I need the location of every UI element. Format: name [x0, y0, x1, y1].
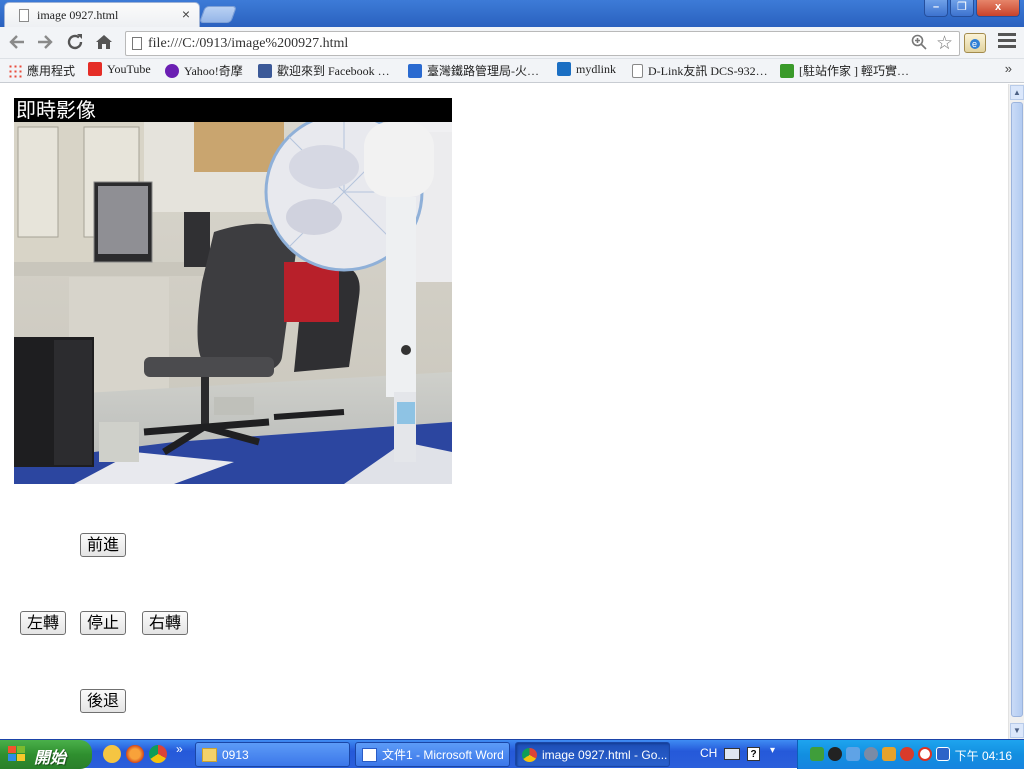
- tray-network-icon[interactable]: [846, 747, 860, 761]
- taskbar-item-word[interactable]: 文件1 - Microsoft Word: [355, 742, 510, 767]
- browser-tab[interactable]: image 0927.html ×: [4, 2, 200, 27]
- window-controls: – ❐ x: [924, 0, 1020, 17]
- url-text[interactable]: file:///C:/0913/image%200927.html: [148, 36, 348, 52]
- turn-right-button[interactable]: 右轉: [142, 611, 189, 635]
- video-label: 即時影像: [16, 98, 96, 122]
- forward-icon[interactable]: [34, 31, 56, 53]
- dlink-icon: [557, 62, 571, 76]
- quicklaunch-app-icon[interactable]: [103, 745, 121, 763]
- bookmark-label: D-Link友訊 DCS-932…: [648, 64, 768, 78]
- taskbar-item-folder[interactable]: 0913: [195, 742, 350, 767]
- help-icon[interactable]: ?: [747, 747, 760, 761]
- forward-button[interactable]: 前進: [80, 533, 127, 557]
- bookmark-apps[interactable]: 應用程式: [8, 62, 75, 80]
- railway-icon: [408, 64, 422, 78]
- scroll-up-icon[interactable]: ▲: [1010, 85, 1024, 100]
- bookmark-label: mydlink: [576, 62, 617, 76]
- scroll-thumb[interactable]: [1011, 102, 1023, 717]
- page-icon: [632, 64, 643, 78]
- tray-app-icon[interactable]: [810, 747, 824, 761]
- reload-icon[interactable]: [64, 31, 86, 53]
- windows-flag-icon: [8, 746, 25, 761]
- bookmark-label: Yahoo!奇摩: [184, 64, 243, 78]
- tray-package-icon[interactable]: [882, 747, 896, 761]
- writer-icon: [780, 64, 794, 78]
- chrome-icon[interactable]: [149, 745, 167, 763]
- turn-left-button[interactable]: 左轉: [20, 611, 67, 635]
- tray-camera-icon[interactable]: [828, 747, 842, 761]
- bookmark-star-icon[interactable]: ☆: [936, 32, 953, 55]
- folder-icon: [202, 748, 217, 762]
- restore-button[interactable]: ❐: [950, 0, 974, 17]
- browser-toolbar: file:///C:/0913/image%200927.html ☆ e: [0, 27, 1024, 59]
- close-window-button[interactable]: x: [976, 0, 1020, 17]
- minimize-button[interactable]: –: [924, 0, 948, 17]
- system-tray: 下午 04:16: [797, 740, 1024, 769]
- apps-grid-icon: [8, 64, 22, 78]
- tray-monitor-icon[interactable]: [936, 747, 950, 761]
- bookmark-railway[interactable]: 臺灣鐵路管理局-火…: [408, 62, 539, 80]
- taskbar-item-label: 0913: [222, 748, 249, 762]
- svg-text:e: e: [972, 39, 977, 49]
- taskbar-clock[interactable]: 下午 04:16: [955, 747, 1012, 764]
- ime-options-icon[interactable]: ▾: [770, 745, 775, 756]
- window-titlebar: image 0927.html × – ❐ x: [0, 0, 1024, 27]
- page-viewport: 即時影像 前進 左轉 停止 右轉 後退: [0, 84, 1008, 739]
- bookmark-mydlink[interactable]: mydlink: [557, 62, 616, 80]
- taskbar-item-chrome[interactable]: image 0927.html - Go...: [515, 742, 670, 767]
- tray-volume-icon[interactable]: [864, 747, 878, 761]
- document-icon: [132, 37, 142, 50]
- menu-icon[interactable]: [998, 33, 1016, 51]
- facebook-icon: [258, 64, 272, 78]
- language-indicator[interactable]: CH: [700, 746, 717, 760]
- bookmark-yahoo[interactable]: Yahoo!奇摩: [165, 62, 243, 80]
- bookmarks-more-icon[interactable]: »: [1005, 61, 1012, 76]
- live-camera-image: [14, 122, 452, 484]
- bookmarks-bar: 應用程式 YouTube Yahoo!奇摩 歡迎來到 Facebook … 臺灣…: [0, 59, 1024, 83]
- stop-button[interactable]: 停止: [80, 611, 127, 635]
- taskbar: 開始 » 0913 文件1 - Microsoft Word image 092…: [0, 739, 1024, 769]
- start-button[interactable]: 開始: [0, 740, 92, 769]
- tray-blocked-icon[interactable]: [918, 747, 932, 761]
- taskbar-item-label: image 0927.html - Go...: [542, 748, 668, 762]
- yahoo-icon: [165, 64, 179, 78]
- home-icon[interactable]: [93, 31, 115, 53]
- start-label: 開始: [34, 750, 67, 767]
- word-icon: [362, 748, 377, 762]
- bookmark-label: [駐站作家 ] 輕巧實…: [799, 64, 909, 78]
- tab-title: image 0927.html: [37, 8, 119, 22]
- bookmark-dlink-dcs[interactable]: D-Link友訊 DCS-932…: [632, 62, 768, 80]
- ie-tab-extension-icon[interactable]: e: [964, 33, 986, 53]
- bookmark-label: 應用程式: [27, 64, 76, 78]
- new-tab-button[interactable]: [198, 6, 238, 23]
- youtube-icon: [88, 62, 102, 76]
- quicklaunch-more-icon[interactable]: »: [176, 742, 183, 756]
- tab-close-icon[interactable]: ×: [182, 6, 190, 22]
- bookmark-facebook[interactable]: 歡迎來到 Facebook …: [258, 62, 390, 80]
- page-icon: [19, 9, 29, 22]
- bookmark-writer[interactable]: [駐站作家 ] 輕巧實…: [780, 62, 909, 80]
- zoom-icon[interactable]: [911, 34, 927, 54]
- live-video-panel: 即時影像: [14, 98, 452, 484]
- bookmark-label: 臺灣鐵路管理局-火…: [427, 64, 539, 78]
- bookmark-youtube[interactable]: YouTube: [88, 62, 151, 80]
- back-icon[interactable]: [6, 31, 28, 53]
- keyboard-icon[interactable]: [724, 748, 740, 760]
- bookmark-label: 歡迎來到 Facebook …: [277, 64, 390, 78]
- backward-button[interactable]: 後退: [80, 689, 127, 713]
- chrome-icon: [522, 748, 537, 762]
- tray-antivirus-icon[interactable]: [900, 747, 914, 761]
- scroll-down-icon[interactable]: ▼: [1010, 723, 1024, 738]
- vertical-scrollbar[interactable]: ▲ ▼: [1008, 84, 1024, 739]
- firefox-icon[interactable]: [126, 745, 144, 763]
- bookmark-label: YouTube: [107, 62, 151, 76]
- taskbar-item-label: 文件1 - Microsoft Word: [382, 748, 504, 762]
- address-bar[interactable]: file:///C:/0913/image%200927.html ☆: [125, 31, 960, 56]
